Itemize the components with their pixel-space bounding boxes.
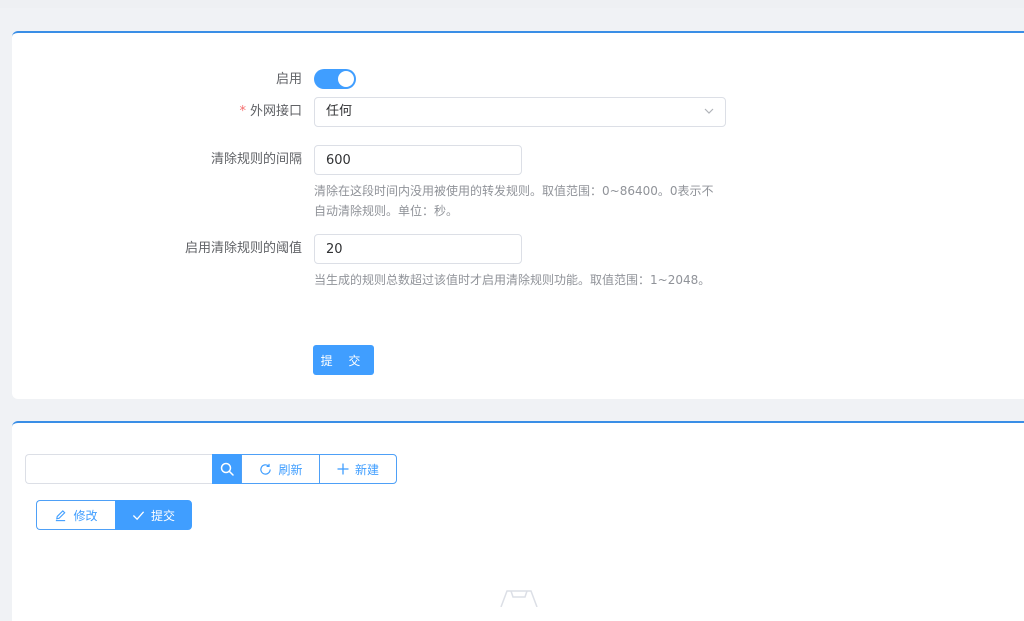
- switch-knob: [338, 71, 354, 87]
- enable-label: 启用: [275, 72, 302, 87]
- threshold-input[interactable]: [314, 234, 522, 264]
- settings-card: 启用 *外网接口 任何 清除规则的间隔 清除在这段时间内没用被使用的转发规则。取…: [12, 31, 1024, 399]
- rules-submit-label: 提交: [150, 508, 175, 523]
- edit-icon: [56, 509, 66, 521]
- edit-button[interactable]: 修改: [36, 500, 115, 530]
- check-icon: [132, 510, 145, 520]
- threshold-hint: 当生成的规则总数超过该值时才启用清除规则功能。取值范围：1~2048。: [314, 273, 711, 287]
- refresh-icon: [260, 463, 272, 475]
- rules-card: 刷新 新建 修改 提交: [12, 421, 1024, 621]
- page-top-strip: [0, 0, 1024, 8]
- refresh-button[interactable]: 刷新: [241, 454, 320, 484]
- wan-select-value: 任何: [326, 104, 353, 119]
- search-button[interactable]: [212, 454, 242, 484]
- threshold-label: 启用清除规则的阈值: [184, 241, 302, 256]
- empty-box-icon: [500, 590, 538, 607]
- refresh-label: 刷新: [278, 462, 303, 477]
- plus-icon: [337, 463, 349, 475]
- interval-label: 清除规则的间隔: [210, 152, 302, 167]
- edit-label: 修改: [73, 508, 98, 523]
- chevron-down-icon: [703, 98, 715, 136]
- search-input[interactable]: [25, 454, 213, 484]
- interval-hint: 清除在这段时间内没用被使用的转发规则。取值范围：0~86400。0表示不自动清除…: [314, 184, 714, 218]
- required-mark: *: [239, 104, 246, 119]
- enable-switch[interactable]: [314, 69, 356, 89]
- wan-label-text: 外网接口: [249, 104, 302, 119]
- interval-input[interactable]: [314, 145, 522, 175]
- search-icon: [220, 462, 234, 476]
- create-button[interactable]: 新建: [319, 454, 397, 484]
- create-label: 新建: [354, 462, 379, 477]
- wan-label: * 外网接口: [2, 97, 302, 127]
- submit-button[interactable]: 提 交: [313, 345, 374, 375]
- wan-select[interactable]: 任何: [314, 97, 726, 127]
- rules-submit-button[interactable]: 提交: [115, 500, 192, 530]
